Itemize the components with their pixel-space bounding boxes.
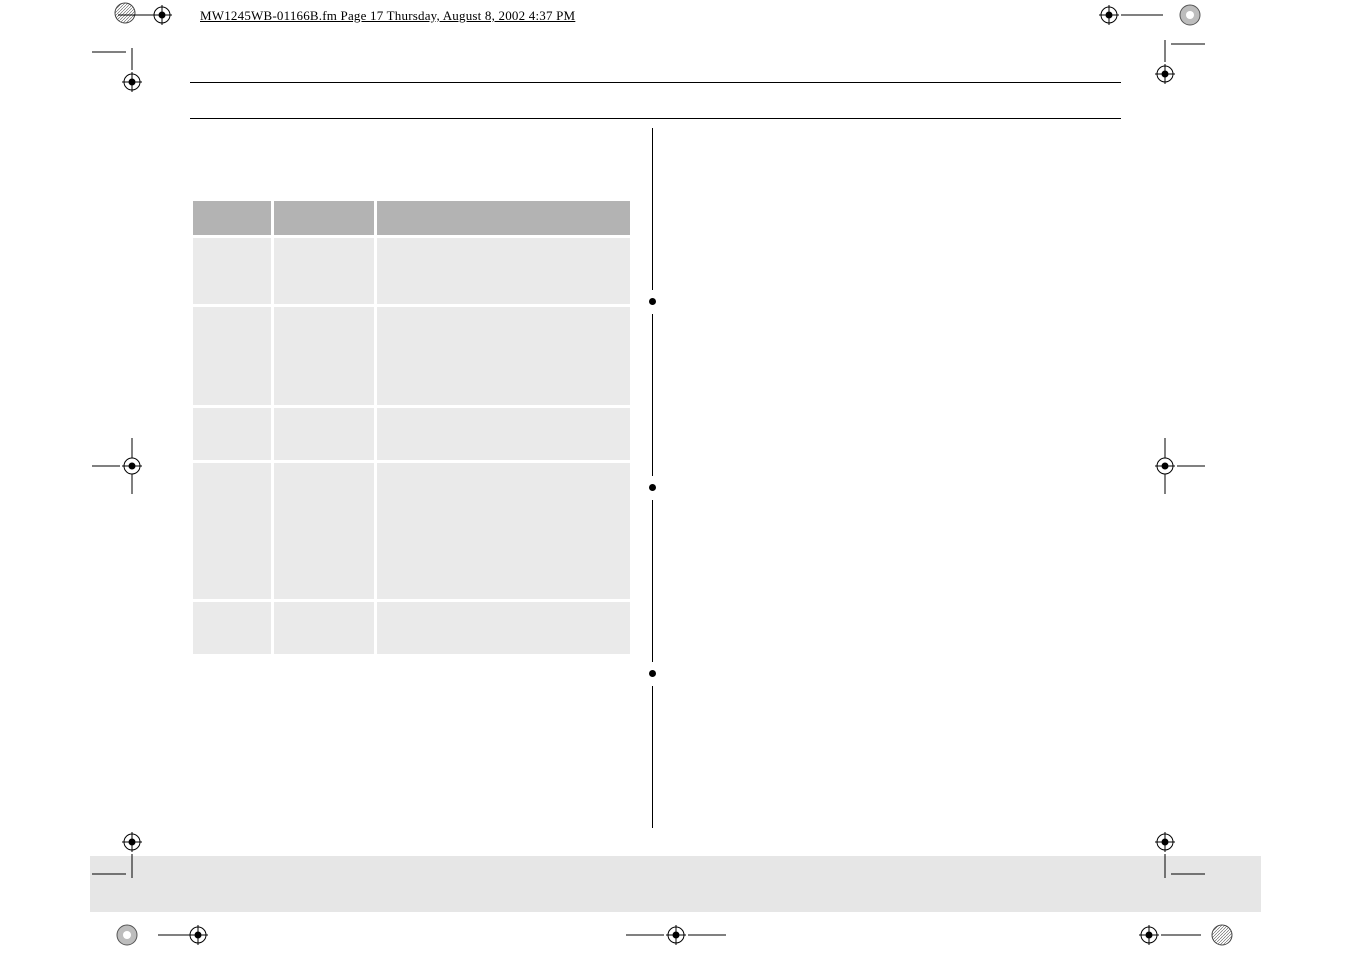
crop-mark-icon (1149, 40, 1205, 96)
table-row (193, 238, 630, 304)
divider-seg (652, 314, 653, 476)
table-header-cell (377, 201, 630, 235)
divider-seg (652, 686, 653, 828)
table-row (193, 602, 630, 654)
table-cell (377, 602, 630, 654)
divider-seg (652, 128, 653, 290)
bullet-icon (649, 298, 656, 305)
table-cell (193, 307, 271, 405)
crop-mark-icon (92, 438, 148, 494)
table-cell (377, 408, 630, 460)
rule-top-thin (190, 118, 1121, 119)
guide-table (190, 198, 633, 657)
table-cell (193, 602, 271, 654)
crosshair-icon (1097, 4, 1163, 26)
crosshair-icon (626, 924, 726, 946)
crop-mark-icon (1149, 438, 1205, 494)
table-row (193, 463, 630, 599)
table-cell (377, 307, 630, 405)
table-header-cell (193, 201, 271, 235)
crosshair-icon (1135, 924, 1201, 946)
registration-circle-icon (116, 924, 138, 946)
table-header-row (193, 201, 630, 235)
crop-mark-icon (92, 48, 148, 104)
table-cell (193, 408, 271, 460)
table-cell (274, 307, 374, 405)
footer-band (90, 856, 1261, 912)
crosshair-icon (118, 4, 184, 26)
registration-circle-icon (1211, 924, 1233, 946)
table-cell (377, 463, 630, 599)
table-cell (274, 408, 374, 460)
bullet-icon (649, 484, 656, 491)
registration-circle-icon (114, 2, 136, 24)
divider-seg (652, 500, 653, 662)
table-header-cell (274, 201, 374, 235)
guide-table-wrap (190, 198, 633, 657)
crosshair-icon (158, 924, 224, 946)
table-cell (274, 238, 374, 304)
bullet-icon (649, 670, 656, 677)
table-cell (274, 602, 374, 654)
rule-top-thick (190, 82, 1121, 83)
table-row (193, 408, 630, 460)
table-cell (274, 463, 374, 599)
file-header-text: MW1245WB-01166B.fm Page 17 Thursday, Aug… (200, 8, 575, 23)
table-row (193, 307, 630, 405)
main-content (190, 128, 1121, 874)
table-cell (193, 463, 271, 599)
table-cell (193, 238, 271, 304)
file-header: MW1245WB-01166B.fm Page 17 Thursday, Aug… (200, 8, 575, 24)
table-cell (377, 238, 630, 304)
registration-circle-icon (1179, 4, 1201, 26)
